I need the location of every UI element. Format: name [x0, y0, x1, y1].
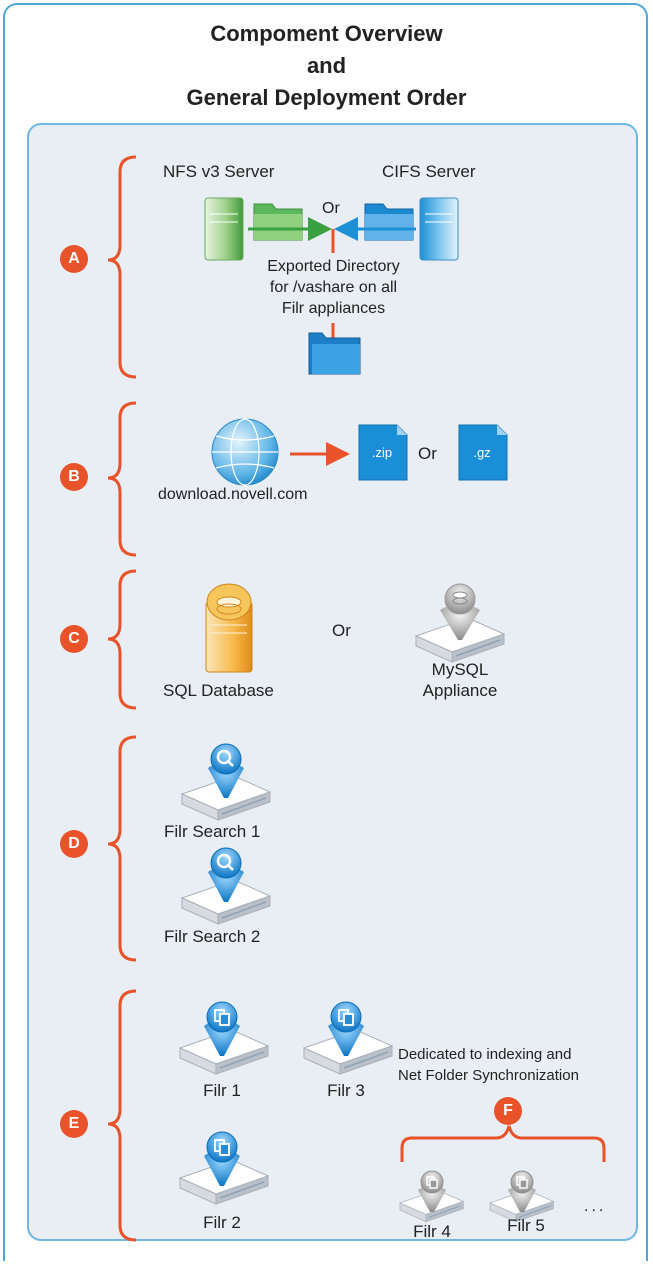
exported-line-2: for /vashare on all	[269, 279, 398, 296]
badge-b: B	[60, 463, 88, 491]
section-c-or-label: Or	[332, 621, 351, 640]
zip-label: .zip	[371, 445, 393, 460]
nfs-folder-icon	[253, 203, 303, 241]
bracket-e	[107, 989, 137, 1242]
badge-c: C	[60, 625, 88, 653]
download-source-label: download.novell.com	[158, 486, 308, 503]
gz-label: .gz	[473, 445, 491, 460]
dedicated-line-1: Dedicated to indexing and	[398, 1046, 572, 1063]
exported-folder-icon	[308, 332, 361, 375]
filr-search-2-icon	[181, 847, 271, 925]
filr-1-icon	[179, 1001, 269, 1075]
badge-f: F	[494, 1097, 522, 1125]
bracket-c	[107, 569, 137, 710]
section-a-or-label: Or	[322, 200, 340, 217]
cifs-server-icon	[419, 197, 459, 261]
mysql-label-line-1: MySQL	[431, 660, 489, 679]
filr-4-label: Filr 4	[413, 1222, 451, 1241]
filr-5-label: Filr 5	[507, 1216, 545, 1235]
cifs-server-label: CIFS Server	[382, 162, 476, 181]
mysql-appliance-icon	[415, 583, 505, 663]
bracket-a	[107, 155, 137, 379]
badge-d: D	[60, 830, 88, 858]
bracket-d	[107, 735, 137, 962]
filr-search-1-icon	[181, 743, 271, 821]
sql-database-label: SQL Database	[163, 681, 274, 700]
exported-line-3: Filr appliances	[281, 300, 386, 317]
mysql-label-line-2: Appliance	[422, 681, 498, 700]
ellipsis-label: ...	[584, 1198, 607, 1215]
filr-2-label: Filr 2	[203, 1213, 241, 1232]
dedicated-line-2: Net Folder Synchronization	[398, 1067, 579, 1084]
filr-2-icon	[179, 1131, 269, 1205]
badge-e: E	[60, 1110, 88, 1138]
bracket-f	[400, 1125, 606, 1162]
bracket-b	[107, 401, 137, 557]
badge-a: A	[60, 245, 88, 273]
cifs-folder-icon	[364, 203, 414, 241]
filr-4-icon	[399, 1170, 464, 1223]
filr-3-icon	[303, 1001, 393, 1075]
sql-database-icon	[205, 583, 253, 673]
filr-3-label: Filr 3	[327, 1081, 365, 1100]
exported-line-1: Exported Directory	[267, 258, 400, 275]
filr-1-label: Filr 1	[203, 1081, 241, 1100]
filr-search-2-label: Filr Search 2	[164, 927, 261, 946]
filr-search-1-label: Filr Search 1	[164, 822, 261, 841]
nfs-server-icon	[204, 197, 244, 261]
nfs-server-label: NFS v3 Server	[163, 162, 275, 181]
section-b-or-label: Or	[418, 444, 437, 463]
globe-icon	[211, 418, 279, 486]
